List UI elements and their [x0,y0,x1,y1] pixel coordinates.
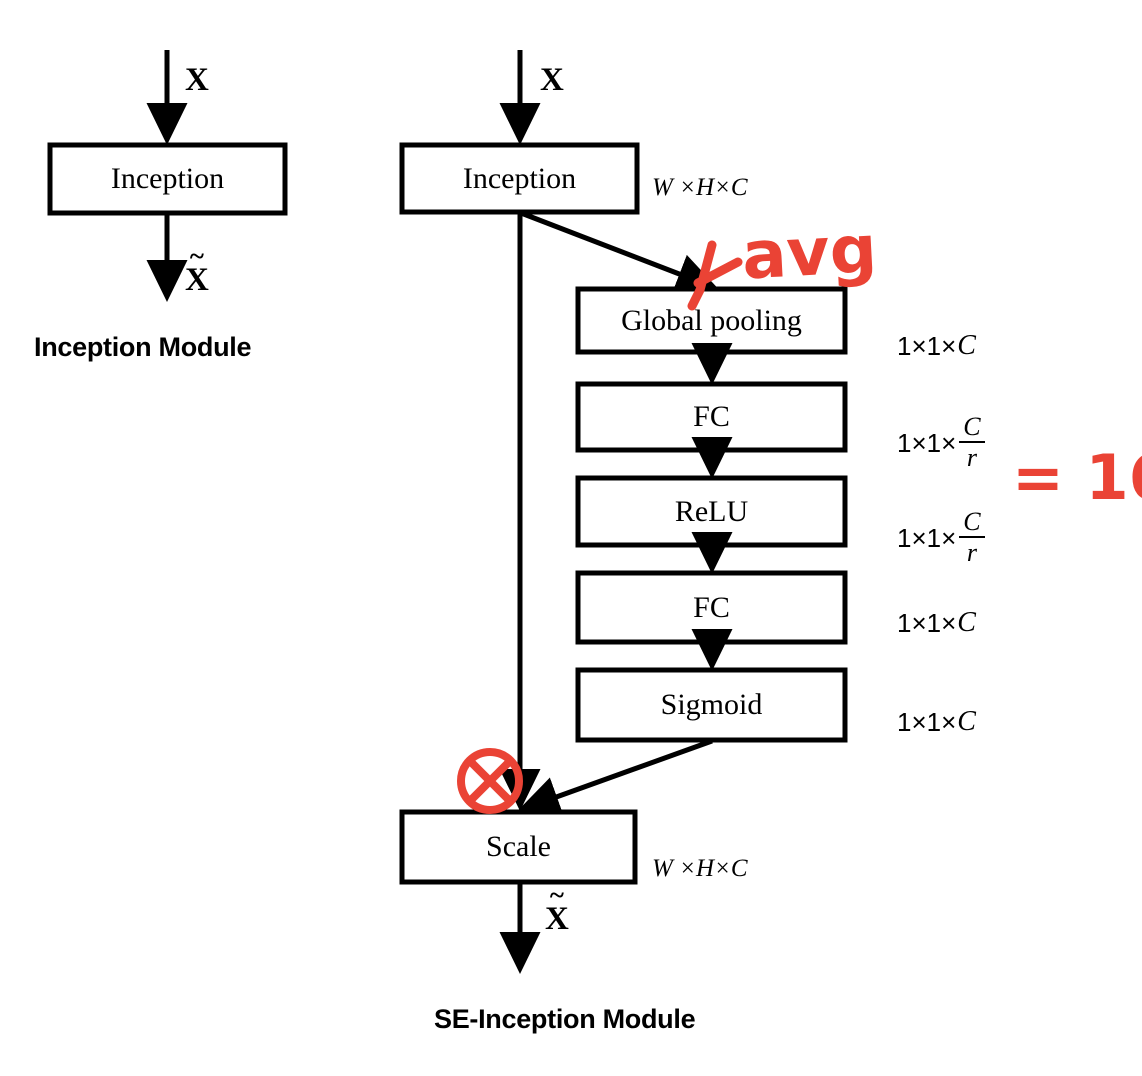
se-module-caption: SE-Inception Module [434,1004,696,1034]
branch-to-pooling-arrow [520,210,719,294]
left-output-tilde: ~ [189,241,204,271]
left-input-tensor-label: X [185,62,209,98]
relu-block-label: ReLU [674,494,749,528]
dim-var: C [957,607,976,638]
dim-prefix: 1×1× [897,331,957,361]
fraction-denominator: r [959,441,985,472]
dim-label-fc1: 1×1× C r [897,412,985,473]
dim-label-fc2: 1×1× C [897,609,976,637]
shape-after-scale-label: W ×H×C [652,855,748,882]
dim-label-sigmoid: 1×1× C [897,708,976,736]
dim-var: C [957,706,976,737]
reduction-ratio-annotation-text: = 16 [1012,441,1142,514]
fc2-block-label: FC [693,590,730,624]
fraction-numerator: C [963,507,981,536]
fraction-c-over-r: C r [959,507,985,567]
left-module-caption: Inception Module [34,332,252,362]
dim-prefix: 1×1× [897,428,957,459]
global-pooling-block-label: Global pooling [621,303,802,337]
fraction-denominator: r [959,536,985,567]
sigmoid-block-label: Sigmoid [660,688,763,721]
dim-prefix: 1×1× [897,523,957,554]
fc1-block-label: FC [693,400,730,433]
dim-prefix: 1×1× [897,707,957,737]
avg-annotation-text: avg [740,210,879,295]
shape-after-inception-label: W ×H×C [652,174,748,201]
dim-prefix: 1×1× [897,608,957,638]
dim-var: C [957,330,976,361]
fraction-c-over-r: C r [959,412,985,472]
fraction-numerator: C [963,412,981,441]
se-input-tensor-label: X [540,62,564,98]
dim-label-relu: 1×1× C r [897,507,985,568]
scale-block-label: Scale [486,830,551,863]
left-inception-block-label: Inception [110,162,225,195]
dim-label-pooling: 1×1× C [897,332,976,360]
se-inception-block-label: Inception [462,161,577,195]
figure-canvas: X Inception ~ X Inception Module X Incep… [0,0,1142,1076]
se-output-tensor-label: ~ X [545,880,569,938]
se-output-tilde: ~ [549,880,564,910]
sigmoid-to-scale-arrow [517,738,713,817]
left-output-tensor-label: ~ X [185,241,209,299]
